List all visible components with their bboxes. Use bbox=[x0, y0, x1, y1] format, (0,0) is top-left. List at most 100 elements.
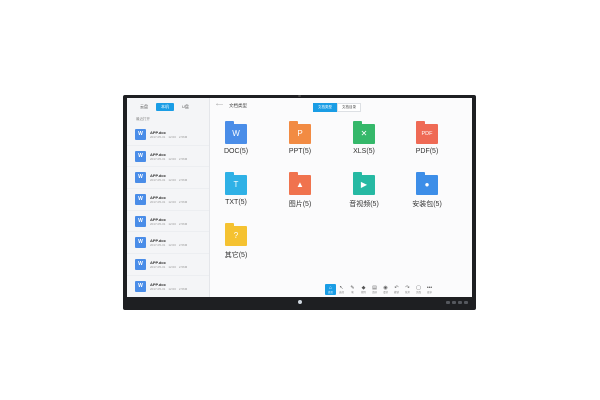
file-size: 2.56M bbox=[178, 134, 188, 139]
category-android[interactable]: ● 安装包(5) bbox=[409, 172, 445, 209]
dock-pen-button[interactable]: ✎ 笔 bbox=[347, 284, 358, 295]
list-item[interactable]: W APP.doc 2017-05-31 12:00 2.56M bbox=[127, 124, 209, 146]
file-date: 2017-05-31 bbox=[150, 178, 166, 183]
file-size: 2.56M bbox=[178, 178, 188, 183]
view-switch: 文档类型 文档目录 bbox=[313, 103, 361, 112]
list-item[interactable]: W APP.doc 2017-05-31 12:00 2.56M bbox=[127, 189, 209, 211]
page-title: 文档类型 bbox=[229, 103, 247, 108]
file-date: 2017-05-31 bbox=[150, 286, 166, 291]
tab-usb[interactable]: U盘 bbox=[177, 103, 194, 111]
segment-doc-directory[interactable]: 文档目录 bbox=[337, 103, 361, 112]
file-date: 2017-05-31 bbox=[150, 134, 166, 139]
main-panel: ⟵ 文档类型 文档类型 文档目录 W DOC(5) P PPT(5) ✕ XLS(5) PD… bbox=[210, 98, 472, 297]
category-label: XLS(5) bbox=[353, 148, 375, 155]
dock-label: 擦除 bbox=[360, 290, 366, 294]
file-meta: 2017-05-31 12:00 2.56M bbox=[150, 265, 190, 269]
category-label: 图片(5) bbox=[288, 201, 312, 208]
file-date: 2017-05-31 bbox=[150, 221, 166, 226]
dock-home-button[interactable]: ⌂ 首页 bbox=[325, 284, 336, 295]
file-time: 12:00 bbox=[168, 286, 176, 291]
dock-eraser-button[interactable]: ◆ 擦除 bbox=[358, 284, 369, 295]
word-file-icon: W bbox=[135, 215, 146, 227]
file-size: 2.56M bbox=[178, 243, 188, 248]
segment-doc-type[interactable]: 文档类型 bbox=[313, 103, 337, 112]
image-icon: ▲ bbox=[289, 172, 311, 195]
file-meta: 2017-05-31 12:00 2.56M bbox=[150, 135, 190, 139]
category-label: 音视频(5) bbox=[349, 201, 379, 208]
word-file-icon: W bbox=[135, 150, 146, 162]
file-time: 12:00 bbox=[168, 156, 176, 161]
dock-label: 清屏 bbox=[371, 290, 377, 294]
category-doc[interactable]: W DOC(5) bbox=[218, 121, 254, 155]
display-monitor: 云盘 本机 U盘 最近打开 W APP.doc 2017-05-31 12:00 2.5… bbox=[123, 95, 476, 310]
category-pdf[interactable]: PDF PDF(5) bbox=[409, 121, 445, 155]
xls-icon: ✕ bbox=[353, 121, 375, 144]
file-size: 2.56M bbox=[178, 264, 188, 269]
dock-roam-button[interactable]: ◉ 漫游 bbox=[380, 284, 391, 295]
file-date: 2017-05-31 bbox=[150, 243, 166, 248]
file-meta: 2017-05-31 12:00 2.56M bbox=[150, 200, 190, 204]
file-meta: 2017-05-31 12:00 2.56M bbox=[150, 178, 190, 182]
file-time: 12:00 bbox=[168, 221, 176, 226]
dock-label: 撤销 bbox=[393, 290, 399, 294]
dock-pointer-button[interactable]: ↖ 选择 bbox=[336, 284, 347, 295]
file-size: 2.56M bbox=[178, 199, 188, 204]
category-media[interactable]: ▶ 音视频(5) bbox=[346, 172, 382, 209]
file-time: 12:00 bbox=[168, 264, 176, 269]
category-label: PPT(5) bbox=[288, 148, 312, 155]
word-file-icon: W bbox=[135, 193, 146, 205]
dock-label: 选择 bbox=[338, 290, 344, 294]
dock-clear-button[interactable]: ▤ 清屏 bbox=[369, 284, 380, 295]
word-file-icon: W bbox=[135, 280, 146, 292]
recent-files-label: 最近打开 bbox=[136, 117, 150, 121]
category-ppt[interactable]: P PPT(5) bbox=[282, 121, 318, 155]
back-arrow-icon[interactable]: ⟵ bbox=[216, 102, 223, 108]
dock-label: 更多 bbox=[426, 290, 432, 294]
category-label: 其它(5) bbox=[224, 252, 248, 259]
list-item[interactable]: W APP.doc 2017-05-31 12:00 2.56M bbox=[127, 146, 209, 168]
dock-page-button[interactable]: ▢ 页面 bbox=[413, 284, 424, 295]
file-size: 2.56M bbox=[178, 156, 188, 161]
other-icon: ? bbox=[225, 223, 247, 246]
screen: 云盘 本机 U盘 最近打开 W APP.doc 2017-05-31 12:00 2.5… bbox=[127, 98, 472, 297]
file-date: 2017-05-31 bbox=[150, 264, 166, 269]
dock-more-button[interactable]: ••• 更多 bbox=[424, 284, 435, 295]
dock-undo-button[interactable]: ↶ 撤销 bbox=[391, 284, 402, 295]
bottom-dock: ⌂ 首页 ↖ 选择 ✎ 笔 ◆ 擦除 ▤ 清屏 ◉ 漫游 ↶ 撤销 ↷ 恢复 ▢ 页面 ••• 更多 bbox=[325, 284, 435, 295]
dock-label: 页面 bbox=[415, 290, 421, 294]
list-item[interactable]: W APP.doc 2017-05-31 12:00 2.56M bbox=[127, 276, 209, 297]
dock-label: 恢复 bbox=[404, 290, 410, 294]
pdf-icon: PDF bbox=[416, 121, 438, 144]
file-meta: 2017-05-31 12:00 2.56M bbox=[150, 157, 190, 161]
file-time: 12:00 bbox=[168, 199, 176, 204]
file-date: 2017-05-31 bbox=[150, 156, 166, 161]
tab-local[interactable]: 本机 bbox=[156, 103, 174, 111]
category-label: PDF(5) bbox=[415, 148, 439, 155]
list-item[interactable]: W APP.doc 2017-05-31 12:00 2.56M bbox=[127, 232, 209, 255]
word-file-icon: W bbox=[135, 128, 146, 140]
file-time: 12:00 bbox=[168, 134, 176, 139]
bezel-buttons bbox=[446, 301, 468, 304]
category-label: DOC(5) bbox=[223, 148, 249, 155]
list-item[interactable]: W APP.doc 2017-05-31 12:00 2.56M bbox=[127, 211, 209, 233]
file-time: 12:00 bbox=[168, 243, 176, 248]
list-item[interactable]: W APP.doc 2017-05-31 12:00 2.56M bbox=[127, 167, 209, 190]
category-other[interactable]: ? 其它(5) bbox=[218, 223, 254, 260]
tab-cloud[interactable]: 云盘 bbox=[135, 103, 153, 111]
ppt-icon: P bbox=[289, 121, 311, 144]
file-sidebar: 云盘 本机 U盘 最近打开 W APP.doc 2017-05-31 12:00 2.5… bbox=[127, 98, 210, 297]
category-image[interactable]: ▲ 图片(5) bbox=[282, 172, 318, 209]
file-size: 2.56M bbox=[178, 286, 188, 291]
list-item[interactable]: W APP.doc 2017-05-31 12:00 2.56M bbox=[127, 254, 209, 276]
dock-label: 漫游 bbox=[382, 290, 388, 294]
dock-label: 笔 bbox=[351, 290, 354, 294]
dock-redo-button[interactable]: ↷ 恢复 bbox=[402, 284, 413, 295]
file-date: 2017-05-31 bbox=[150, 199, 166, 204]
txt-icon: T bbox=[225, 172, 247, 195]
recent-file-list: W APP.doc 2017-05-31 12:00 2.56M W APP.doc 2017… bbox=[127, 124, 209, 297]
category-xls[interactable]: ✕ XLS(5) bbox=[346, 121, 382, 155]
word-file-icon: W bbox=[135, 172, 146, 184]
toolbar: ⟵ 文档类型 文档类型 文档目录 bbox=[210, 98, 472, 114]
category-txt[interactable]: T TXT(5) bbox=[218, 172, 254, 206]
word-file-icon: W bbox=[135, 237, 146, 249]
